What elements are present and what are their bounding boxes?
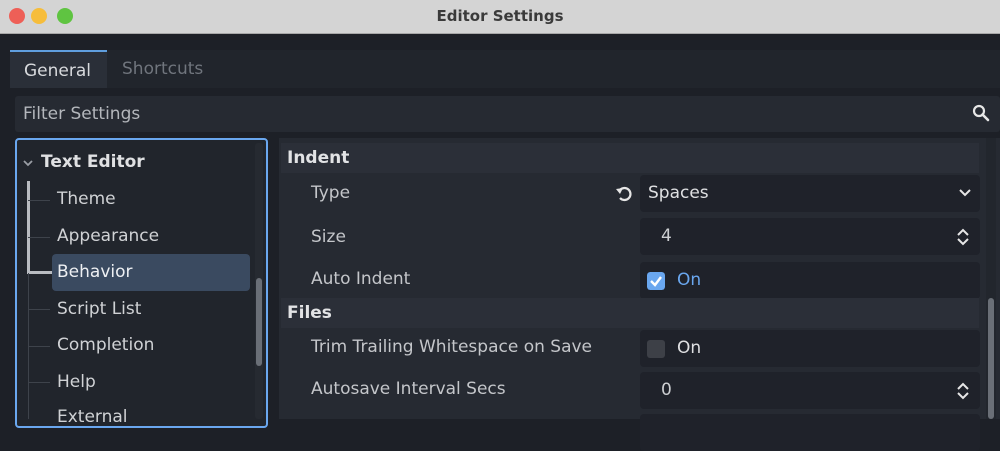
- tree-guide-line: [27, 181, 30, 273]
- property-label-autosave-interval: Autosave Interval Secs: [311, 379, 506, 399]
- tree-scrollbar-thumb[interactable]: [256, 278, 262, 366]
- section-files[interactable]: Files: [281, 298, 979, 328]
- chevron-down-icon: [959, 189, 971, 197]
- tree-item-completion[interactable]: Completion: [57, 335, 154, 355]
- tree-item-help[interactable]: Help: [57, 372, 96, 392]
- tree-branch: [28, 309, 50, 310]
- size-value: 4: [661, 226, 672, 246]
- spinner-arrows-icon[interactable]: [956, 381, 970, 401]
- checkbox-checked-icon[interactable]: [647, 272, 665, 290]
- tree-item-theme[interactable]: Theme: [57, 189, 116, 209]
- tree-item-appearance[interactable]: Appearance: [57, 226, 159, 246]
- type-value: Spaces: [648, 183, 709, 203]
- property-label-size: Size: [311, 227, 346, 247]
- next-property-field[interactable]: [640, 414, 980, 451]
- tree-item-text-editor[interactable]: Text Editor: [41, 152, 145, 172]
- revert-icon[interactable]: [615, 184, 635, 204]
- filter-settings-input[interactable]: Filter Settings: [15, 96, 1000, 132]
- tree-branch: [28, 346, 50, 347]
- tree-item-behavior[interactable]: Behavior: [57, 262, 133, 282]
- tree-branch: [28, 237, 50, 238]
- tree-branch: [28, 382, 50, 383]
- autosave-interval-value: 0: [661, 380, 672, 400]
- property-label-auto-indent: Auto Indent: [311, 269, 411, 289]
- auto-indent-checkbox[interactable]: On: [640, 262, 980, 299]
- autosave-interval-spinbox[interactable]: 0: [640, 372, 980, 409]
- chevron-down-icon[interactable]: [22, 157, 34, 169]
- spinner-arrows-icon[interactable]: [956, 227, 970, 247]
- property-label-type: Type: [311, 183, 351, 203]
- search-icon[interactable]: [972, 104, 990, 122]
- trim-whitespace-value: On: [677, 338, 702, 358]
- inspector-scrollbar-thumb[interactable]: [988, 298, 994, 419]
- tab-shortcuts[interactable]: Shortcuts: [108, 50, 217, 88]
- auto-indent-value: On: [677, 270, 702, 290]
- section-indent[interactable]: Indent: [281, 143, 979, 173]
- checkbox-unchecked-icon[interactable]: [647, 340, 665, 358]
- window-title: Editor Settings: [436, 7, 564, 25]
- tree-guide-line: [27, 271, 53, 274]
- tree-item-script-list[interactable]: Script List: [57, 299, 141, 319]
- tree-item-external[interactable]: External: [57, 407, 128, 427]
- property-label-trim-whitespace: Trim Trailing Whitespace on Save: [311, 337, 593, 357]
- trim-whitespace-checkbox[interactable]: On: [640, 330, 980, 367]
- size-spinbox[interactable]: 4: [640, 218, 980, 255]
- type-dropdown[interactable]: Spaces: [640, 175, 980, 212]
- tree-branch: [28, 200, 50, 201]
- tab-general[interactable]: General: [10, 50, 107, 88]
